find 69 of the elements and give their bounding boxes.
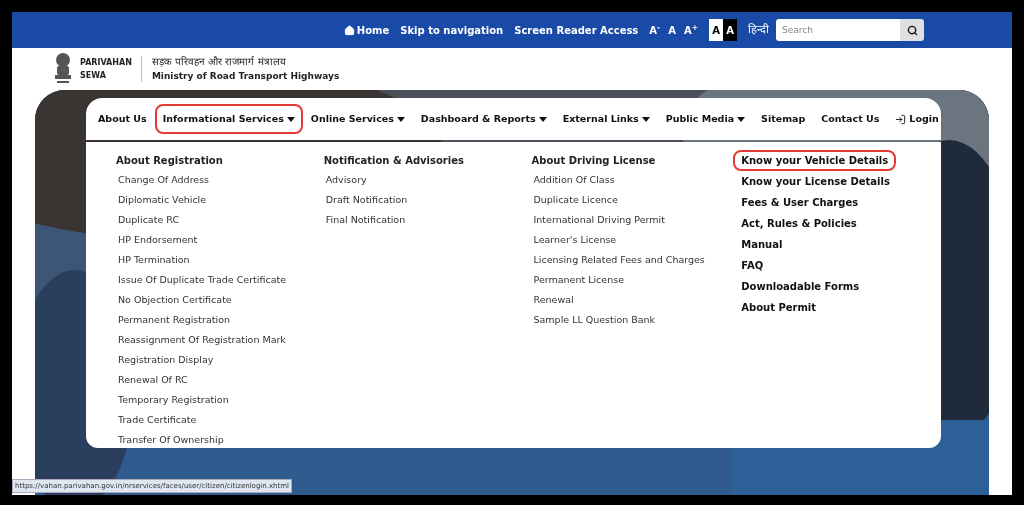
menu-link[interactable]: Sample LL Question Bank — [525, 310, 664, 330]
menu-link[interactable]: Final Notification — [317, 210, 414, 230]
font-size-button[interactable]: A$^{-}$ — [649, 22, 661, 38]
menu-link[interactable]: International Driving Permit — [525, 210, 673, 230]
menu-link[interactable]: Duplicate Licence — [525, 190, 626, 210]
menu-link[interactable]: Manual — [733, 234, 791, 255]
emblem-icon — [52, 52, 74, 86]
language-link[interactable]: हिन्दी — [748, 21, 769, 39]
menu-heading: About Driving License — [530, 153, 656, 168]
menu-link[interactable]: Change Of Address — [110, 170, 218, 190]
login-icon — [895, 113, 907, 125]
menu-link[interactable]: Advisory — [317, 170, 375, 190]
menu-link[interactable]: Duplicate RC — [110, 210, 188, 230]
menu-link[interactable]: FAQ — [733, 255, 772, 276]
caret-icon — [538, 116, 547, 122]
top-link[interactable]: Screen Reader Access — [514, 22, 639, 38]
search-icon — [906, 24, 918, 36]
menu-link[interactable]: Draft Notification — [317, 190, 416, 210]
menu-heading: About Registration — [115, 153, 223, 168]
ministry-title: सड़क परिवहन और राजमार्ग मंत्रालय — [151, 55, 287, 69]
menu-link[interactable]: Know your License Details — [733, 171, 898, 192]
menu-link[interactable]: Act, Rules & Policies — [733, 213, 865, 234]
nav-link[interactable]: Login — [887, 103, 947, 135]
menu-link[interactable]: Fees & User Charges — [733, 192, 867, 213]
nav-link[interactable]: Dashboard & Reports — [412, 103, 555, 135]
caret-icon — [737, 116, 746, 122]
menu-link[interactable]: Licensing Related Fees and Charges — [525, 250, 713, 270]
caret-icon — [396, 116, 405, 122]
nav-link[interactable]: External Links — [554, 103, 658, 135]
nav-link[interactable]: Sitemap — [753, 103, 814, 135]
contrast-button[interactable]: A — [709, 19, 723, 41]
menu-link[interactable]: Know your Vehicle Details — [733, 150, 897, 171]
menu-heading: Notification & Advisories — [322, 153, 464, 168]
menu-link[interactable]: Issue Of Duplicate Trade Certificate — [110, 270, 295, 290]
menu-link[interactable]: HP Endorsement — [110, 230, 206, 250]
org-name: PARIVAHAN — [80, 57, 132, 69]
menu-link[interactable]: Permanent Registration — [110, 310, 238, 330]
font-size-button[interactable]: A$^{+}$ — [683, 22, 698, 38]
menu-link[interactable]: Learner's License — [525, 230, 625, 250]
nav-link[interactable]: Contact Us — [813, 103, 888, 135]
caret-icon — [641, 116, 650, 122]
menu-link[interactable]: Downloadable Forms — [733, 276, 868, 297]
nav-link[interactable]: Informational Services — [154, 103, 303, 135]
home-icon — [343, 24, 355, 36]
nav-link[interactable]: About Us — [90, 103, 155, 135]
menu-link[interactable]: Registration Display — [110, 350, 222, 370]
font-size-button[interactable]: A — [668, 22, 676, 38]
search-button[interactable] — [900, 19, 924, 41]
menu-link[interactable]: No Objection Certificate — [110, 290, 240, 310]
menu-link[interactable]: Transfer Of Ownership — [110, 430, 232, 450]
menu-link[interactable]: Trade Certificate — [110, 410, 205, 430]
menu-link[interactable]: Diplomatic Vehicle — [110, 190, 215, 210]
menu-link[interactable]: Temporary Registration — [110, 390, 237, 410]
contrast-button[interactable]: A — [723, 19, 737, 41]
caret-icon — [286, 116, 295, 122]
nav-link[interactable]: Public Media — [657, 103, 754, 135]
menu-link[interactable]: Permanent License — [525, 270, 632, 290]
home-link[interactable]: Home — [343, 22, 390, 38]
search-field[interactable]: Search — [776, 19, 900, 41]
org-name: SEWA — [80, 70, 107, 82]
menu-link[interactable]: About Permit — [733, 297, 825, 318]
menu-link[interactable]: HP Termination — [110, 250, 198, 270]
menu-link[interactable]: Addition Of Class — [525, 170, 623, 190]
top-link[interactable]: Skip to navigation — [400, 22, 504, 38]
menu-link[interactable]: Renewal — [525, 290, 582, 310]
ministry-title: Ministry of Road Transport Highways — [151, 70, 340, 83]
menu-link[interactable]: Reassignment Of Registration Mark — [110, 330, 294, 350]
nav-link[interactable]: Online Services — [302, 103, 413, 135]
menu-link[interactable]: Renewal Of RC — [110, 370, 196, 390]
